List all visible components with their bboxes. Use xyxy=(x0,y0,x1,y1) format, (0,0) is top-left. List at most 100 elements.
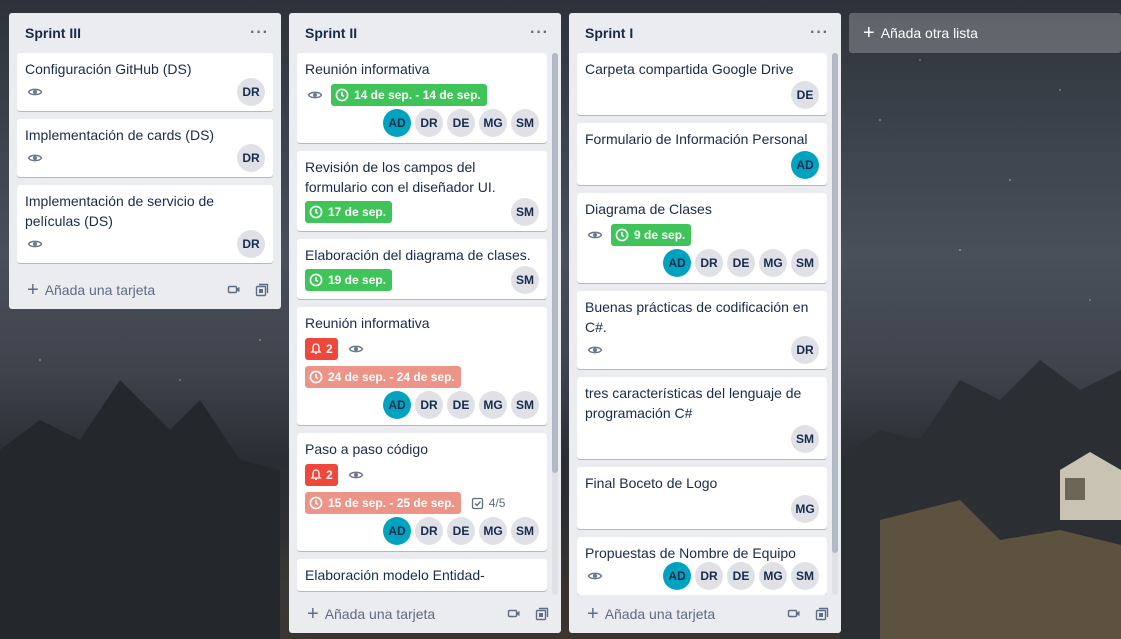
notification-badge[interactable]: 2 xyxy=(305,464,338,486)
card[interactable]: Implementación de cards (DS) DR xyxy=(17,119,273,177)
avatar[interactable]: DR xyxy=(695,562,723,590)
notification-badge[interactable]: 2 xyxy=(305,338,338,360)
card[interactable]: Diagrama de Clases 9 de sep. AD DR DE MG xyxy=(577,193,827,283)
avatar[interactable]: MG xyxy=(479,109,507,137)
avatar[interactable]: AD xyxy=(383,109,411,137)
card[interactable]: Configuración GitHub (DS) DR xyxy=(17,53,273,111)
avatar[interactable]: DR xyxy=(237,230,265,258)
list-menu-icon[interactable]: ··· xyxy=(810,25,829,41)
card[interactable]: Elaboración del diagrama de clases. 19 d… xyxy=(297,239,547,299)
list-menu-icon[interactable]: ··· xyxy=(250,25,269,41)
card[interactable]: Revisión de los campos del formulario co… xyxy=(297,151,547,231)
card[interactable]: Carpeta compartida Google Drive DE xyxy=(577,53,827,115)
clock-icon xyxy=(309,273,323,287)
avatar[interactable]: MG xyxy=(759,562,787,590)
board: Sprint III ··· Configuración GitHub (DS)… xyxy=(0,0,1121,639)
card[interactable]: Reunión informativa 14 de sep. - 14 de s… xyxy=(297,53,547,143)
scrollbar-thumb[interactable] xyxy=(552,53,558,473)
card[interactable]: Final Boceto de Logo MG xyxy=(577,467,827,529)
avatar[interactable]: DR xyxy=(415,109,443,137)
card[interactable]: tres características del lenguaje de pro… xyxy=(577,377,827,459)
list-sprint-iii: Sprint III ··· Configuración GitHub (DS)… xyxy=(9,13,281,309)
card-title: Implementación de cards (DS) xyxy=(25,127,215,143)
avatar[interactable]: AD xyxy=(791,151,819,179)
list-header: Sprint I ··· xyxy=(569,13,841,53)
due-date-badge[interactable]: 19 de sep. xyxy=(305,269,393,291)
add-card-button[interactable]: + Añada una tarjeta xyxy=(569,595,841,633)
card[interactable]: Reunión informativa 2 24 de sep. - 24 de… xyxy=(297,307,547,425)
add-list-button[interactable]: + Añada otra lista xyxy=(849,13,1121,53)
due-date-badge[interactable]: 9 de sep. xyxy=(611,224,692,246)
card[interactable]: Buenas prácticas de codificación en C#. … xyxy=(577,291,827,369)
scrollbar[interactable] xyxy=(552,53,558,595)
avatar[interactable]: MG xyxy=(759,249,787,277)
copy-template-icon[interactable] xyxy=(815,607,829,621)
card-members: DR xyxy=(237,230,265,258)
avatar[interactable]: DR xyxy=(791,336,819,364)
notification-count: 2 xyxy=(326,468,333,482)
list-title[interactable]: Sprint II xyxy=(305,25,357,41)
avatar[interactable]: SM xyxy=(511,266,539,294)
avatar[interactable]: MG xyxy=(791,495,819,523)
copy-template-icon[interactable] xyxy=(535,607,549,621)
avatar[interactable]: SM xyxy=(791,249,819,277)
avatar[interactable]: SM xyxy=(791,425,819,453)
scrollbar[interactable] xyxy=(832,53,838,595)
avatar[interactable]: DR xyxy=(695,249,723,277)
card-members: SM xyxy=(585,425,819,453)
due-date-badge[interactable]: 17 de sep. xyxy=(305,201,393,223)
avatar[interactable]: MG xyxy=(479,517,507,545)
card-title: Elaboración modelo Entidad- xyxy=(305,567,485,583)
avatar[interactable]: DE xyxy=(727,562,755,590)
avatar[interactable]: SM xyxy=(511,391,539,419)
due-date-badge[interactable]: 15 de sep. - 25 de sep. xyxy=(305,492,461,514)
list-title[interactable]: Sprint I xyxy=(585,25,633,41)
card[interactable]: Propuestas de Nombre de Equipo AD DR DE … xyxy=(577,537,827,595)
due-date-badge[interactable]: 24 de sep. - 24 de sep. xyxy=(305,366,461,388)
add-card-button[interactable]: + Añada una tarjeta xyxy=(289,595,561,633)
avatar[interactable]: DE xyxy=(447,517,475,545)
avatar[interactable]: AD xyxy=(663,562,691,590)
avatar[interactable]: MG xyxy=(479,391,507,419)
card-title: Formulario de Información Personal xyxy=(585,131,808,147)
avatar[interactable]: SM xyxy=(511,109,539,137)
card[interactable]: Implementación de servicio de películas … xyxy=(17,185,273,263)
avatar[interactable]: DE xyxy=(447,109,475,137)
card[interactable]: Paso a paso código 2 15 de sep. - 25 de … xyxy=(297,433,547,551)
avatar[interactable]: AD xyxy=(383,517,411,545)
due-date-text: 19 de sep. xyxy=(328,273,387,287)
card-template-icon[interactable] xyxy=(227,283,241,297)
card-template-icon[interactable] xyxy=(507,607,521,621)
avatar[interactable]: DE xyxy=(447,391,475,419)
avatar[interactable]: DE xyxy=(791,81,819,109)
card-members: DE xyxy=(585,81,819,109)
scrollbar-thumb[interactable] xyxy=(832,53,838,553)
card-title: Paso a paso código xyxy=(305,441,428,457)
avatar[interactable]: DE xyxy=(727,249,755,277)
avatar[interactable]: DR xyxy=(415,391,443,419)
due-date-badge[interactable]: 14 de sep. - 14 de sep. xyxy=(331,84,487,106)
add-card-button[interactable]: + Añada una tarjeta xyxy=(9,271,281,309)
card-title: Propuestas de Nombre de Equipo xyxy=(585,545,796,561)
card-members: AD DR DE MG SM xyxy=(305,517,539,545)
avatar[interactable]: DR xyxy=(237,78,265,106)
due-date-text: 15 de sep. - 25 de sep. xyxy=(328,496,455,510)
card-template-icon[interactable] xyxy=(787,607,801,621)
avatar[interactable]: AD xyxy=(663,249,691,277)
card[interactable]: Formulario de Información Personal AD xyxy=(577,123,827,185)
list-menu-icon[interactable]: ··· xyxy=(530,25,549,41)
avatar[interactable]: SM xyxy=(511,198,539,226)
plus-icon: + xyxy=(27,279,39,301)
avatar[interactable]: DR xyxy=(415,517,443,545)
list-header: Sprint II ··· xyxy=(289,13,561,53)
list-title[interactable]: Sprint III xyxy=(25,25,81,41)
avatar[interactable]: AD xyxy=(383,391,411,419)
avatar[interactable]: SM xyxy=(791,562,819,590)
clock-icon xyxy=(615,228,629,242)
avatar[interactable]: DR xyxy=(237,144,265,172)
avatar[interactable]: SM xyxy=(511,517,539,545)
card[interactable]: Elaboración modelo Entidad- xyxy=(297,559,547,591)
copy-template-icon[interactable] xyxy=(255,283,269,297)
list-header: Sprint III ··· xyxy=(9,13,281,53)
notification-count: 2 xyxy=(326,342,333,356)
